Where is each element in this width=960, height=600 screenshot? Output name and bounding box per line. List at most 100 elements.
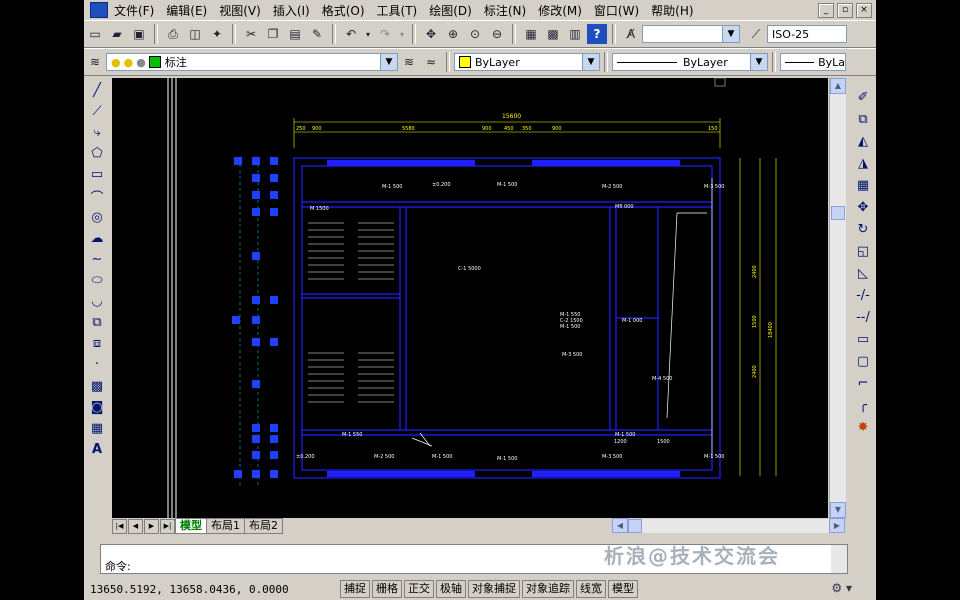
menu-file[interactable]: 文件(F) — [114, 2, 154, 19]
menu-tools[interactable]: 工具(T) — [377, 2, 418, 19]
close-button[interactable]: × — [856, 3, 872, 18]
chevron-down-icon[interactable]: ▼ — [750, 54, 767, 70]
polar-toggle[interactable]: 极轴 — [436, 580, 466, 598]
horizontal-scrollbar[interactable]: ◀ ▶ — [612, 518, 845, 533]
design-center-icon[interactable]: ▩ — [543, 24, 563, 44]
ellipse-arc-icon[interactable]: ◡ — [87, 292, 107, 311]
ortho-toggle[interactable]: 正交 — [404, 580, 434, 598]
prev-tab-button[interactable]: ◀ — [128, 518, 143, 534]
copy-object-icon[interactable]: ⧉ — [853, 109, 873, 129]
extend-icon[interactable]: --/ — [853, 307, 873, 327]
menu-dimension[interactable]: 标注(N) — [484, 2, 526, 19]
copy-icon[interactable]: ❐ — [263, 24, 283, 44]
revision-cloud-icon[interactable]: ☁ — [87, 229, 107, 248]
otrack-toggle[interactable]: 对象追踪 — [522, 580, 574, 598]
undo-dropdown-icon[interactable]: ▾ — [363, 24, 373, 44]
scrollbar-thumb[interactable] — [831, 206, 845, 220]
paste-icon[interactable]: ▤ — [285, 24, 305, 44]
chevron-down-icon[interactable]: ▼ — [380, 54, 397, 70]
menu-insert[interactable]: 插入(I) — [273, 2, 310, 19]
scroll-left-icon[interactable]: ◀ — [612, 518, 628, 533]
stretch-icon[interactable]: ◺ — [853, 263, 873, 283]
undo-icon[interactable]: ↶ — [341, 24, 361, 44]
save-icon[interactable]: ▣ — [129, 24, 149, 44]
match-properties-icon[interactable]: ✎ — [307, 24, 327, 44]
scroll-up-icon[interactable]: ▲ — [830, 78, 846, 94]
offset-icon[interactable]: ◮ — [853, 153, 873, 173]
join-icon[interactable]: ▢ — [853, 351, 873, 371]
linetype-combo[interactable]: ByLayer ▼ — [612, 53, 768, 71]
arc-icon[interactable]: ⌒ — [87, 187, 107, 206]
print-icon[interactable]: ⎙ — [163, 24, 183, 44]
multiline-text-icon[interactable]: A — [87, 440, 107, 459]
spline-icon[interactable]: ∼ — [87, 250, 107, 269]
open-folder-icon[interactable]: ▰ — [107, 24, 127, 44]
point-icon[interactable]: · — [87, 355, 107, 374]
dim-style-combo[interactable]: ISO-25 — [767, 25, 847, 43]
menu-edit[interactable]: 编辑(E) — [166, 2, 207, 19]
redo-dropdown-icon[interactable]: ▾ — [397, 24, 407, 44]
polyline-icon[interactable]: ⤷ — [87, 123, 107, 142]
trim-icon[interactable]: -/- — [853, 285, 873, 305]
make-object-layer-current-icon[interactable]: ≋ — [399, 52, 419, 72]
minimize-button[interactable]: _ — [818, 3, 834, 18]
hatch-icon[interactable]: ▩ — [87, 377, 107, 396]
erase-icon[interactable]: ✐ — [853, 87, 873, 107]
menu-help[interactable]: 帮助(H) — [651, 2, 693, 19]
lineweight-combo[interactable]: ByLa — [780, 53, 846, 71]
scroll-down-icon[interactable]: ▼ — [830, 502, 846, 518]
scroll-right-icon[interactable]: ▶ — [829, 518, 845, 533]
fillet-icon[interactable]: ╭ — [853, 395, 873, 415]
grid-toggle[interactable]: 栅格 — [372, 580, 402, 598]
break-icon[interactable]: ▭ — [853, 329, 873, 349]
layer-combo[interactable]: ● ● ● 标注 ▼ — [106, 53, 398, 71]
scale-icon[interactable]: ◱ — [853, 241, 873, 261]
mirror-icon[interactable]: ◭ — [853, 131, 873, 151]
zoom-window-icon[interactable]: ⊙ — [465, 24, 485, 44]
cut-icon[interactable]: ✂ — [241, 24, 261, 44]
tray-settings-icon[interactable]: ⚙ ▾ — [831, 581, 852, 595]
model-toggle[interactable]: 模型 — [608, 580, 638, 598]
menu-modify[interactable]: 修改(M) — [538, 2, 582, 19]
pan-icon[interactable]: ✥ — [421, 24, 441, 44]
insert-block-icon[interactable]: ⧉ — [87, 313, 107, 332]
tab-model[interactable]: 模型 — [175, 518, 207, 534]
osnap-toggle[interactable]: 对象捕捉 — [468, 580, 520, 598]
publish-icon[interactable]: ✦ — [207, 24, 227, 44]
scrollbar-thumb[interactable] — [628, 519, 642, 533]
table-icon[interactable]: ▦ — [87, 419, 107, 438]
last-tab-button[interactable]: ▶| — [160, 518, 175, 534]
restore-button[interactable]: ▫ — [837, 3, 853, 18]
menu-format[interactable]: 格式(O) — [322, 2, 365, 19]
menu-draw[interactable]: 绘图(D) — [429, 2, 472, 19]
command-scrollbar[interactable] — [831, 545, 847, 573]
tab-layout2[interactable]: 布局2 — [244, 518, 283, 534]
app-icon[interactable] — [90, 2, 108, 18]
snap-toggle[interactable]: 捕捉 — [340, 580, 370, 598]
move-icon[interactable]: ✥ — [853, 197, 873, 217]
tab-layout1[interactable]: 布局1 — [206, 518, 245, 534]
dim-style-icon[interactable]: ⟋ — [746, 24, 766, 44]
text-style-combo[interactable]: ▼ — [642, 25, 740, 43]
ellipse-icon[interactable]: ⬭ — [87, 271, 107, 290]
new-file-icon[interactable]: ▭ — [85, 24, 105, 44]
next-tab-button[interactable]: ▶ — [144, 518, 159, 534]
chamfer-icon[interactable]: ⌐ — [853, 373, 873, 393]
layer-previous-icon[interactable]: ≈ — [421, 52, 441, 72]
print-preview-icon[interactable]: ◫ — [185, 24, 205, 44]
circle-icon[interactable]: ◎ — [87, 208, 107, 227]
polygon-icon[interactable]: ⬠ — [87, 144, 107, 163]
chevron-down-icon[interactable]: ▼ — [582, 54, 599, 70]
construction-line-icon[interactable]: ⟋ — [87, 102, 107, 121]
lineweight-toggle[interactable]: 线宽 — [576, 580, 606, 598]
text-style-icon[interactable]: A̸ — [621, 24, 641, 44]
help-icon[interactable]: ? — [587, 24, 607, 44]
vertical-scrollbar[interactable]: ▲ ▼ — [829, 78, 846, 518]
color-combo[interactable]: ByLayer ▼ — [454, 53, 600, 71]
rectangle-icon[interactable]: ▭ — [87, 165, 107, 184]
line-icon[interactable]: ╱ — [87, 81, 107, 100]
region-icon[interactable]: ◙ — [87, 398, 107, 417]
layer-manager-icon[interactable]: ≋ — [85, 52, 105, 72]
properties-icon[interactable]: ▦ — [521, 24, 541, 44]
chevron-down-icon[interactable]: ▼ — [722, 26, 739, 42]
